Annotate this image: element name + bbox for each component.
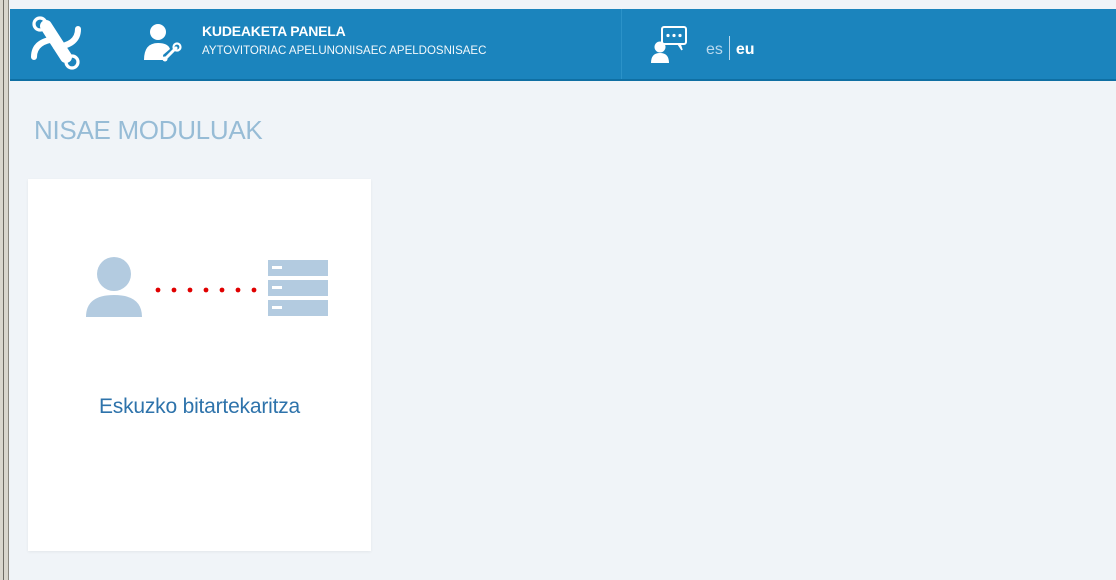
module-card[interactable]: Eskuzko bitartekaritza xyxy=(28,179,371,551)
language-separator xyxy=(728,36,730,60)
window-left-border xyxy=(0,0,9,580)
language-eu-link[interactable]: eu xyxy=(736,41,755,58)
top-header: KUDEAKETA PANELA AYTOVITORIAC APELUNONIS… xyxy=(10,9,1116,81)
admin-user-icon xyxy=(144,24,182,62)
app-logo-icon[interactable] xyxy=(30,13,82,73)
user-name: AYTOVITORIAC APELUNONISAEC APELDOSNISAEC xyxy=(202,45,487,57)
language-switcher: es eu xyxy=(706,36,755,60)
panel-title: KUDEAKETA PANELA xyxy=(202,23,346,39)
title-block: KUDEAKETA PANELA AYTOVITORIAC APELUNONIS… xyxy=(202,23,486,57)
user-to-server-icon xyxy=(86,257,328,317)
module-label[interactable]: Eskuzko bitartekaritza xyxy=(28,395,371,419)
header-divider xyxy=(621,9,622,79)
language-es-link[interactable]: es xyxy=(706,41,723,58)
page-title: NISAE MODULUAK xyxy=(34,115,263,145)
chat-support-icon[interactable] xyxy=(650,25,690,65)
